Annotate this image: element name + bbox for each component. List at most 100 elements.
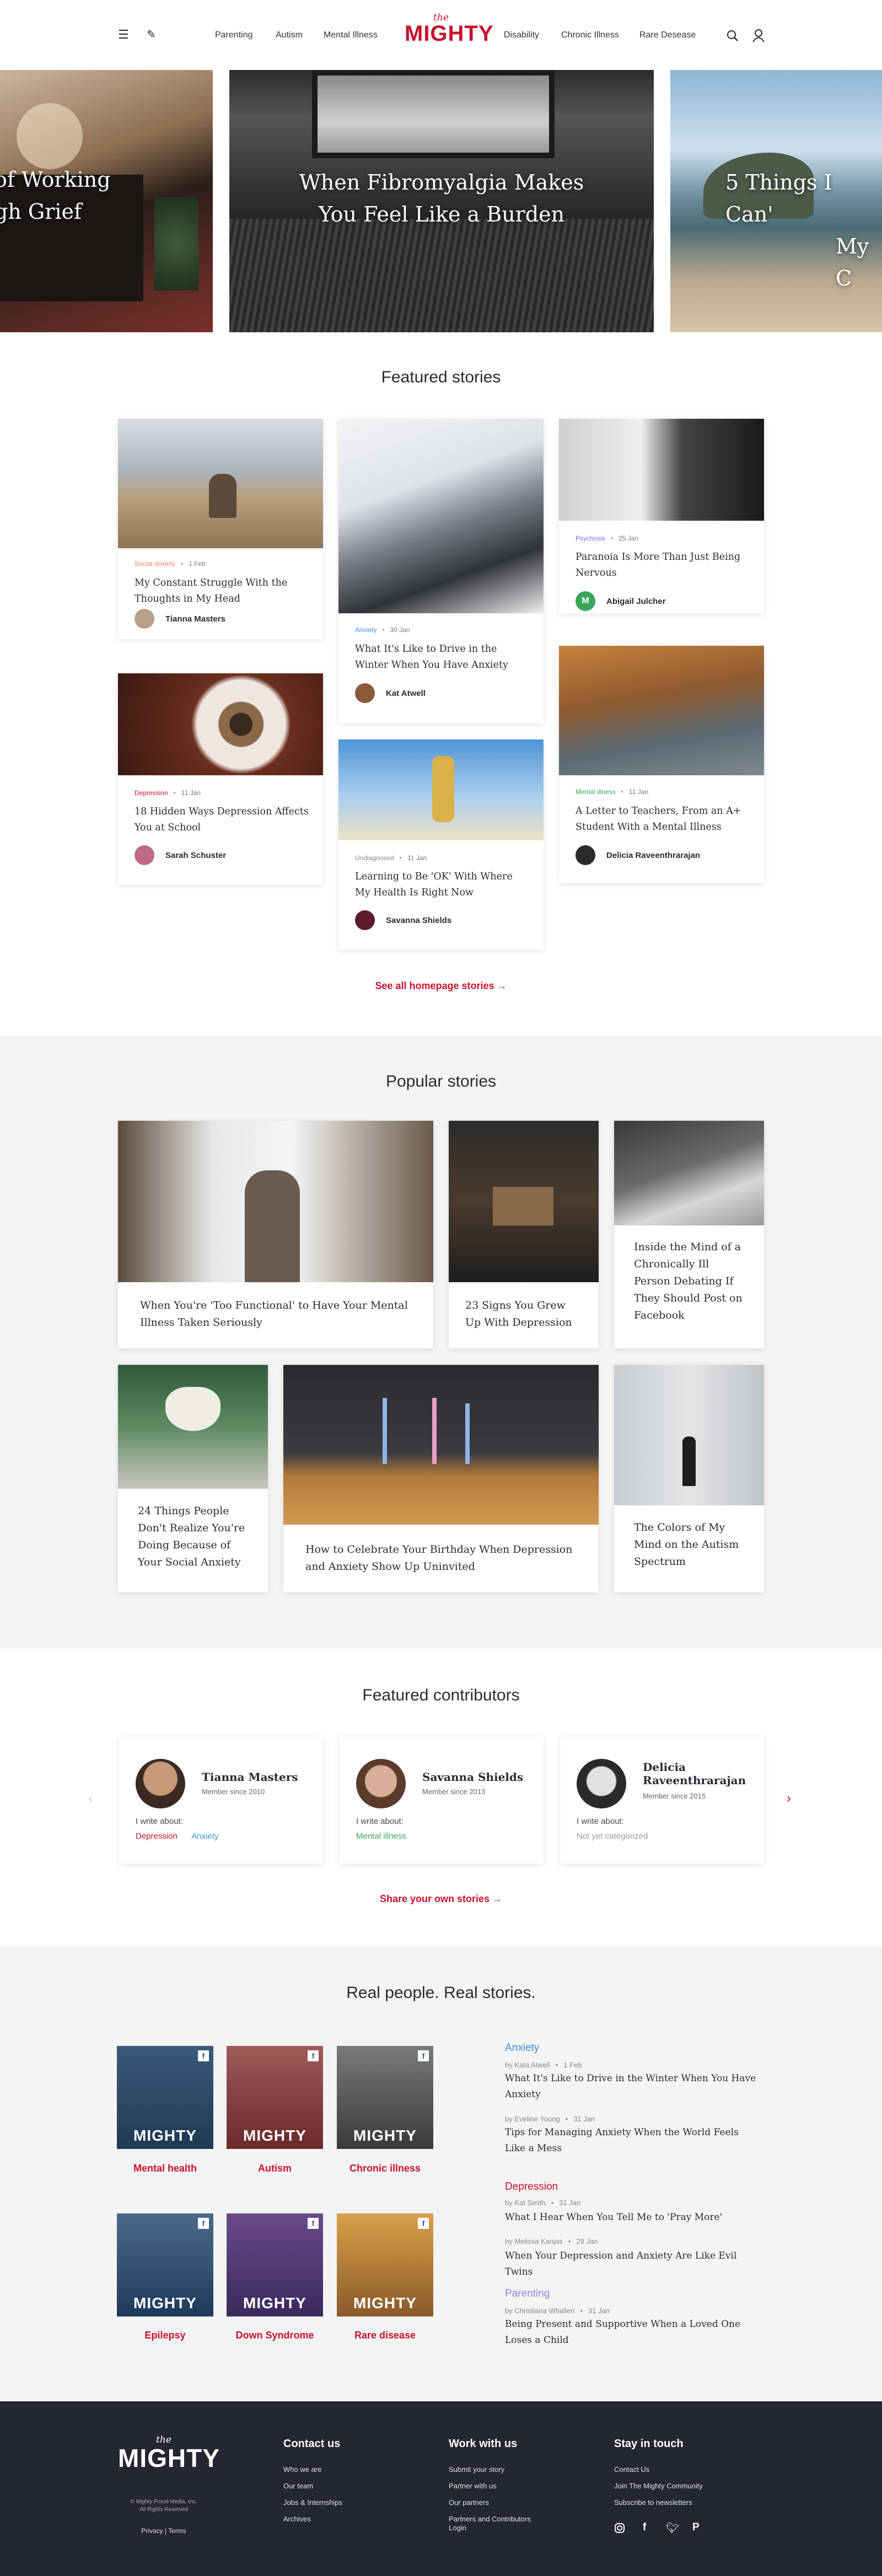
contributor-card[interactable]: Delicia Raveenthrarajan Member since 201… — [560, 1737, 764, 1864]
category-label[interactable]: Mental illness — [576, 788, 616, 796]
popular-card[interactable]: When You're 'Too Functional' to Have You… — [118, 1121, 433, 1348]
author[interactable]: Delicia Raveenthrarajan — [576, 845, 700, 865]
community-tile[interactable]: f MIGHTY — [117, 2046, 213, 2149]
post-title[interactable]: What I Hear When You Tell Me to 'Pray Mo… — [505, 2210, 759, 2226]
author[interactable]: Sarah Schuster — [135, 845, 226, 865]
community-tile[interactable]: f MIGHTY — [117, 2213, 213, 2316]
nav-disability[interactable]: Disability — [504, 30, 539, 40]
popular-card[interactable]: 23 Signs You Grew Up With Depression — [449, 1121, 599, 1348]
popular-card[interactable]: How to Celebrate Your Birthday When Depr… — [283, 1365, 599, 1592]
community-tile[interactable]: f MIGHTY — [337, 2046, 433, 2149]
popular-title[interactable]: 23 Signs You Grew Up With Depression — [465, 1297, 582, 1331]
footer-link[interactable]: Our team — [283, 2482, 313, 2490]
category-label[interactable]: Psychosis — [576, 534, 605, 542]
topic-tag[interactable]: Depression — [136, 1832, 178, 1841]
popular-title[interactable]: Inside the Mind of a Chronically Ill Per… — [634, 1239, 747, 1324]
author[interactable]: Kat Atwell — [355, 683, 426, 703]
story-card[interactable]: Anxiety • 30 Jan What It's Like to Drive i… — [338, 419, 544, 723]
popular-title[interactable]: When You're 'Too Functional' to Have You… — [140, 1297, 417, 1331]
footer-link[interactable]: Jobs & Internships — [283, 2498, 342, 2507]
popular-title[interactable]: How to Celebrate Your Birthday When Depr… — [305, 1541, 582, 1575]
community-tile[interactable]: f MIGHTY — [227, 2213, 323, 2316]
story-card[interactable]: Social anxiety • 1 Feb My Constant Struggl… — [118, 419, 323, 639]
tile-label[interactable]: Rare disease — [337, 2330, 433, 2341]
facebook-icon[interactable]: f — [643, 2521, 646, 2534]
hero-slide-active[interactable]: When Fibromyalgia Makes You Feel Like a … — [229, 70, 654, 332]
story-title[interactable]: Learning to Be 'OK' With Where My Health… — [355, 869, 529, 901]
category-heading[interactable]: Parenting — [505, 2288, 550, 2300]
user-icon[interactable] — [752, 29, 765, 42]
chevron-right-icon[interactable]: › — [787, 1791, 791, 1806]
footer-link[interactable]: Partners and Contributors — [449, 2515, 531, 2523]
story-card[interactable]: Undiagnosed • 11 Jan Learning to Be 'OK' W… — [338, 739, 544, 950]
post-title[interactable]: What It's Like to Drive in the Winter Wh… — [505, 2071, 759, 2103]
tile-label[interactable]: Mental health — [117, 2163, 213, 2174]
nav-chronic-illness[interactable]: Chronic Illness — [561, 30, 619, 40]
post-byline: by Kat Smith • 31 Jan — [505, 2199, 581, 2207]
author[interactable]: Tianna Masters — [135, 609, 225, 629]
community-tile[interactable]: f MIGHTY — [227, 2046, 323, 2149]
footer-link[interactable]: Login — [449, 2524, 466, 2532]
story-title[interactable]: My Constant Struggle With the Thoughts i… — [135, 575, 309, 607]
twitter-icon[interactable]: 🐦︎ — [666, 2521, 679, 2535]
menu-sort-icon[interactable]: ☰ — [118, 29, 129, 41]
nav-parenting[interactable]: Parenting — [215, 30, 253, 40]
tile-label[interactable]: Epilepsy — [117, 2330, 213, 2341]
footer-link[interactable]: Submit your story — [449, 2465, 504, 2474]
popular-card[interactable]: 24 Things People Don't Realize You're Do… — [118, 1365, 268, 1592]
category-label[interactable]: Social anxiety — [135, 560, 175, 568]
community-tile[interactable]: f MIGHTY — [337, 2213, 433, 2316]
legal-links[interactable]: Privacy | Terms — [118, 2527, 209, 2535]
post-title[interactable]: Being Present and Supportive When a Love… — [505, 2316, 759, 2348]
story-card[interactable]: Psychosis • 25 Jan Paranoia Is More Than J… — [559, 419, 764, 614]
story-title[interactable]: What It's Like to Drive in the Winter Wh… — [355, 641, 529, 673]
site-logo[interactable]: the MIGHTY — [405, 13, 493, 46]
nav-rare-disease[interactable]: Rare Desease — [639, 30, 696, 40]
share-stories-link[interactable]: Share your own stories → — [0, 1893, 882, 1905]
story-card[interactable]: Depression • 11 Jan 18 Hidden Ways Depress… — [118, 673, 323, 884]
footer-link[interactable]: Join The Mighty Community — [614, 2482, 703, 2490]
nav-autism[interactable]: Autism — [276, 30, 303, 40]
hero-slide-next[interactable]: 5 Things I Can' My C — [670, 70, 882, 332]
story-image — [559, 646, 764, 775]
category-label[interactable]: Anxiety — [355, 626, 377, 634]
topic-tag[interactable]: Anxiety — [191, 1832, 218, 1841]
category-label[interactable]: Depression — [135, 789, 168, 797]
category-heading[interactable]: Depression — [505, 2181, 558, 2193]
footer-link[interactable]: Subscribe to newsletters — [614, 2498, 692, 2507]
search-icon[interactable] — [727, 30, 739, 42]
popular-card[interactable]: The Colors of My Mind on the Autism Spec… — [614, 1365, 764, 1592]
footer-logo[interactable]: the MIGHTY — [118, 2434, 219, 2471]
contributor-card[interactable]: Savanna Shields Member since 2013 I writ… — [340, 1737, 544, 1864]
post-title[interactable]: Tips for Managing Anxiety When the World… — [505, 2125, 759, 2157]
footer-link[interactable]: Archives — [283, 2515, 311, 2523]
author[interactable]: M Abigail Julcher — [576, 591, 666, 611]
footer-link[interactable]: Contact Us — [614, 2465, 649, 2474]
contributor-card[interactable]: Tianna Masters Member since 2010 I write… — [119, 1737, 323, 1864]
tile-label[interactable]: Down Syndrome — [227, 2330, 323, 2341]
author[interactable]: Savanna Shields — [355, 910, 451, 930]
tile-label[interactable]: Chronic illness — [337, 2163, 433, 2174]
chevron-left-icon[interactable]: ‹ — [88, 1791, 93, 1806]
post-title[interactable]: When Your Depression and Anxiety Are Lik… — [505, 2248, 759, 2280]
story-title[interactable]: 18 Hidden Ways Depression Affects You at… — [135, 804, 309, 836]
topic-tag[interactable]: Mental illness — [356, 1832, 406, 1841]
pen-icon[interactable]: ✎ — [147, 29, 156, 41]
footer-link[interactable]: Who we are — [283, 2465, 321, 2474]
story-title[interactable]: Paranoia Is More Than Just Being Nervous — [576, 549, 750, 581]
popular-title[interactable]: 24 Things People Don't Realize You're Do… — [138, 1503, 251, 1571]
story-card[interactable]: Mental illness • 11 Jan A Letter to Teache… — [559, 646, 764, 883]
category-label[interactable]: Undiagnosed — [355, 854, 394, 862]
popular-title[interactable]: The Colors of My Mind on the Autism Spec… — [634, 1519, 747, 1570]
instagram-icon[interactable] — [614, 2523, 625, 2534]
hero-slide-prev[interactable]: of Working gh Grief — [0, 70, 213, 332]
footer-link[interactable]: Our partners — [449, 2498, 489, 2507]
tile-label[interactable]: Autism — [227, 2163, 323, 2174]
popular-card[interactable]: Inside the Mind of a Chronically Ill Per… — [614, 1121, 764, 1348]
category-heading[interactable]: Anxiety — [505, 2042, 539, 2054]
nav-mental-illness[interactable]: Mental Illness — [324, 30, 378, 40]
pinterest-icon[interactable]: P — [692, 2521, 700, 2534]
footer-link[interactable]: Partner with us — [449, 2482, 497, 2490]
story-title[interactable]: A Letter to Teachers, From an A+ Student… — [576, 803, 750, 835]
see-all-stories-link[interactable]: See all homepage stories → — [0, 980, 882, 992]
